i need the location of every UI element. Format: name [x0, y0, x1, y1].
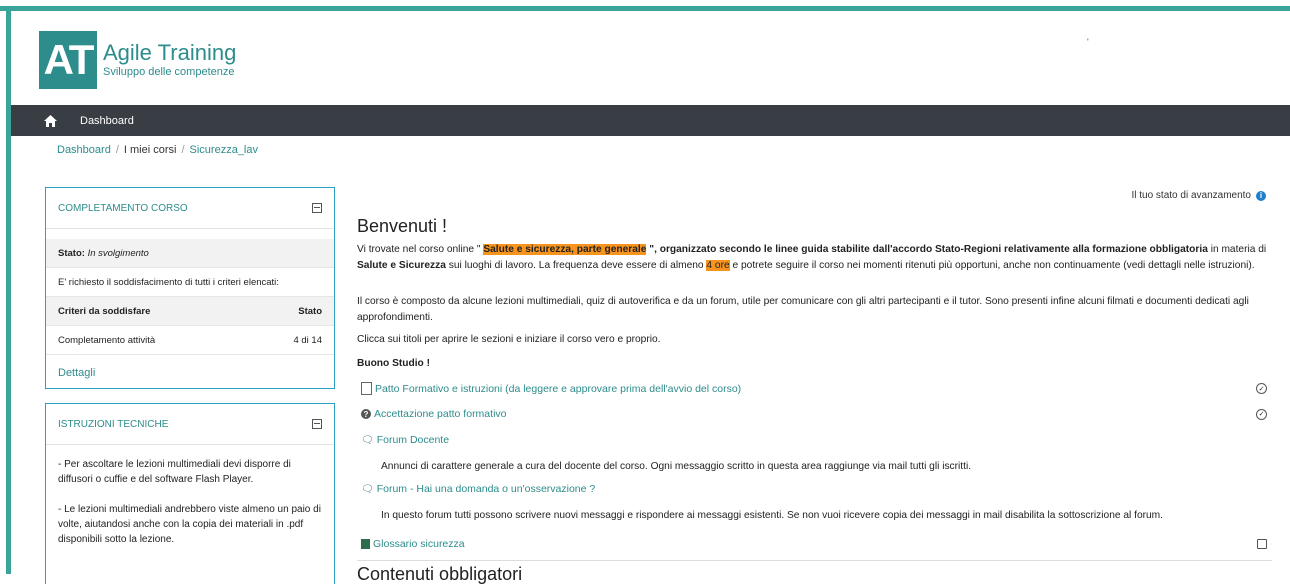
- intro-paragraph-4: Buono Studio !: [357, 358, 430, 369]
- intro-text: Vi trovate nel corso online ": [357, 244, 484, 255]
- requirement-text: E' richiesto il soddisfacimento di tutti…: [58, 276, 279, 288]
- activity-link[interactable]: Accettazione patto formativo: [374, 408, 507, 420]
- status-value: In svolgimento: [87, 247, 149, 259]
- requirement-row: E' richiesto il soddisfacimento di tutti…: [46, 268, 334, 297]
- criteria-header: Criteri da soddisfare: [58, 305, 151, 317]
- completion-block: COMPLETAMENTO CORSO Stato: In svolgiment…: [45, 187, 335, 389]
- section-divider: [357, 560, 1272, 561]
- info-icon[interactable]: i: [1256, 190, 1266, 201]
- hours-highlight: 4 ore: [706, 259, 730, 271]
- logo-title: Agile Training: [103, 40, 237, 65]
- activity-link[interactable]: Forum - Hai una domanda o un'osservazion…: [377, 483, 596, 495]
- logo-mark: AT: [39, 31, 97, 89]
- site-logo[interactable]: AT Agile Training Sviluppo delle compete…: [39, 31, 236, 89]
- question-icon: ?: [361, 409, 371, 419]
- status-row: Stato: In svolgimento: [46, 239, 334, 268]
- welcome-heading: Benvenuti !: [357, 216, 448, 236]
- navbar: Dashboard: [11, 105, 1290, 136]
- breadcrumb-my-courses[interactable]: I miei corsi: [124, 144, 177, 156]
- details-link[interactable]: Dettagli: [46, 355, 334, 391]
- activity-forum-docente[interactable]: 🗨 Forum Docente: [361, 434, 1271, 446]
- completion-check-icon: ✓: [1256, 408, 1267, 420]
- criteria-status: 4 di 14: [293, 334, 322, 346]
- forum-icon: 🗨: [361, 434, 374, 446]
- forum-docente-description: Annunci di carattere generale a cura del…: [381, 461, 972, 472]
- mandatory-training: formazione obbligatoria: [1092, 244, 1208, 255]
- criteria-row: Completamento attività 4 di 14: [46, 326, 334, 355]
- activity-glossario[interactable]: Glossario sicurezza: [361, 538, 1271, 550]
- home-icon[interactable]: [44, 114, 58, 128]
- top-right-mark: ': [1087, 37, 1089, 47]
- instructions-block-title: ISTRUZIONI TECNICHE: [58, 418, 169, 430]
- glossary-icon: [361, 539, 370, 549]
- intro-paragraph-2: Il corso è composto da alcune lezioni mu…: [357, 296, 1249, 323]
- activity-link[interactable]: Forum Docente: [377, 434, 449, 446]
- completion-block-title: COMPLETAMENTO CORSO: [58, 202, 188, 214]
- activity-link[interactable]: Glossario sicurezza: [373, 538, 465, 550]
- health-safety: Salute e Sicurezza: [357, 259, 446, 271]
- activity-accettazione[interactable]: ? Accettazione patto formativo ✓: [361, 408, 1271, 420]
- completion-check-icon: ✓: [1256, 383, 1267, 394]
- intro-text: ", organizzato secondo le linee guida st…: [646, 244, 1093, 255]
- breadcrumb: Dashboard / I miei corsi / Sicurezza_lav: [57, 144, 258, 156]
- nav-dashboard[interactable]: Dashboard: [80, 115, 134, 127]
- breadcrumb-course[interactable]: Sicurezza_lav: [190, 144, 258, 156]
- page: AT Agile Training Sviluppo delle compete…: [11, 11, 1290, 584]
- progress-status: Il tuo stato di avanzamento i: [1131, 190, 1266, 201]
- status-header: Stato: [298, 305, 322, 317]
- intro-paragraph-3: Clicca sui titoli per aprire le sezioni …: [357, 334, 661, 345]
- instruction-paragraph: - Per ascoltare le lezioni multimediali …: [58, 459, 291, 485]
- completion-block-header: COMPLETAMENTO CORSO: [46, 188, 334, 229]
- criteria-header-row: Criteri da soddisfare Stato: [46, 297, 334, 326]
- instructions-block: ISTRUZIONI TECNICHE - Per ascoltare le l…: [45, 403, 335, 584]
- forum-icon: 🗨: [361, 483, 374, 495]
- activity-forum-domande[interactable]: 🗨 Forum - Hai una domanda o un'osservazi…: [361, 483, 1271, 495]
- intro-text: e potrete seguire il corso nei momenti r…: [729, 259, 1255, 271]
- instructions-block-header: ISTRUZIONI TECNICHE: [46, 404, 334, 445]
- forum-domande-description: In questo forum tutti possono scrivere n…: [381, 510, 1163, 521]
- criteria-name: Completamento attività: [58, 334, 156, 346]
- breadcrumb-separator: /: [181, 144, 185, 156]
- activity-link[interactable]: Patto Formativo e istruzioni (da leggere…: [375, 383, 741, 395]
- intro-paragraph-1: Vi trovate nel corso online " Salute e s…: [357, 242, 1272, 273]
- collapse-icon[interactable]: [312, 419, 322, 429]
- collapse-icon[interactable]: [312, 203, 322, 213]
- document-icon: [361, 382, 372, 395]
- logo-subtitle: Sviluppo delle competenze: [103, 66, 235, 78]
- status-label: Stato:: [58, 247, 85, 259]
- completion-checkbox[interactable]: [1257, 539, 1267, 549]
- progress-label: Il tuo stato di avanzamento: [1131, 190, 1251, 201]
- breadcrumb-dashboard[interactable]: Dashboard: [57, 144, 111, 156]
- logo-text: Agile Training Sviluppo delle competenze: [103, 41, 236, 79]
- instruction-paragraph: - Le lezioni multimediali andrebbero vis…: [58, 504, 321, 545]
- breadcrumb-separator: /: [115, 144, 119, 156]
- section-title-contenuti[interactable]: Contenuti obbligatori: [357, 564, 522, 585]
- course-name-highlight: Salute e sicurezza, parte generale: [483, 244, 647, 255]
- intro-text: sui luoghi di lavoro. La frequenza deve …: [445, 259, 707, 271]
- activity-patto-formativo[interactable]: Patto Formativo e istruzioni (da leggere…: [361, 382, 1271, 395]
- intro-text: in materia di: [1207, 244, 1267, 255]
